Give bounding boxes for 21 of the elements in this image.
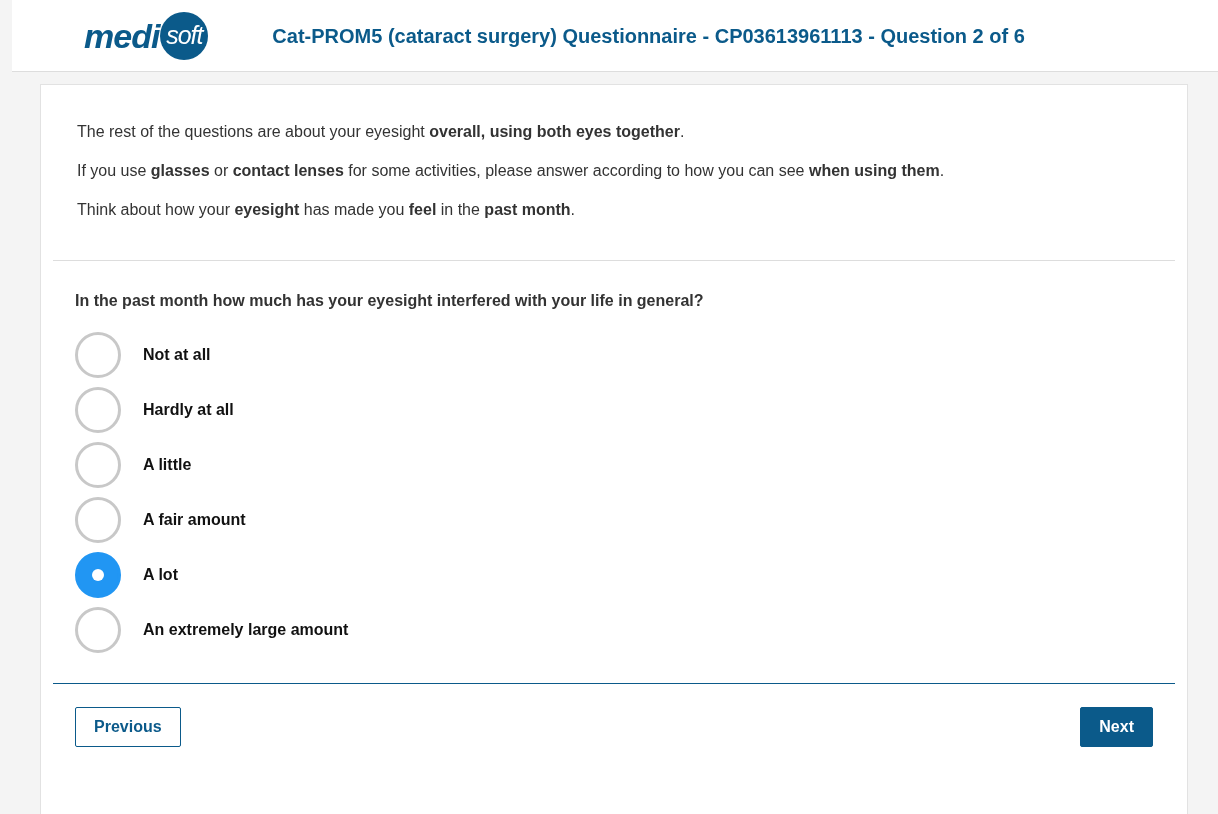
instruction-text: If you use glasses or contact lenses for some activities, please answer according to how you can see when using them. [77,161,946,181]
radio-button[interactable] [75,331,121,378]
option-label[interactable]: A fair amount [143,507,246,532]
logo-text: medi [84,18,160,53]
option-label[interactable]: Hardly at all [143,397,234,422]
next-button[interactable]: Next [1080,707,1153,747]
radio-button[interactable] [75,551,121,598]
option-label[interactable]: An extremely large amount [143,617,349,642]
logo-circle: soft [160,11,209,60]
radio-button[interactable] [75,606,121,653]
option-label[interactable]: Not at all [143,342,211,367]
instruction-text: The rest of the questions are about your eyesight overall, using both eyes together. [77,122,686,142]
previous-button[interactable]: Previous [75,707,181,747]
radio-button[interactable] [75,441,121,488]
radio-button[interactable] [75,386,121,433]
question-text: In the past month how much has your eyesight interfered with your life in general? [75,291,705,311]
option-label[interactable]: A lot [143,562,178,587]
instruction-text: Think about how your eyesight has made you feel in the past month. [77,200,577,220]
radio-button[interactable] [75,496,121,543]
option-label[interactable]: A little [143,452,192,477]
page-title: Cat-PROM5 (cataract surgery) Questionnaire - CP03613961113 - Question 2 of 6 [272,23,1025,49]
